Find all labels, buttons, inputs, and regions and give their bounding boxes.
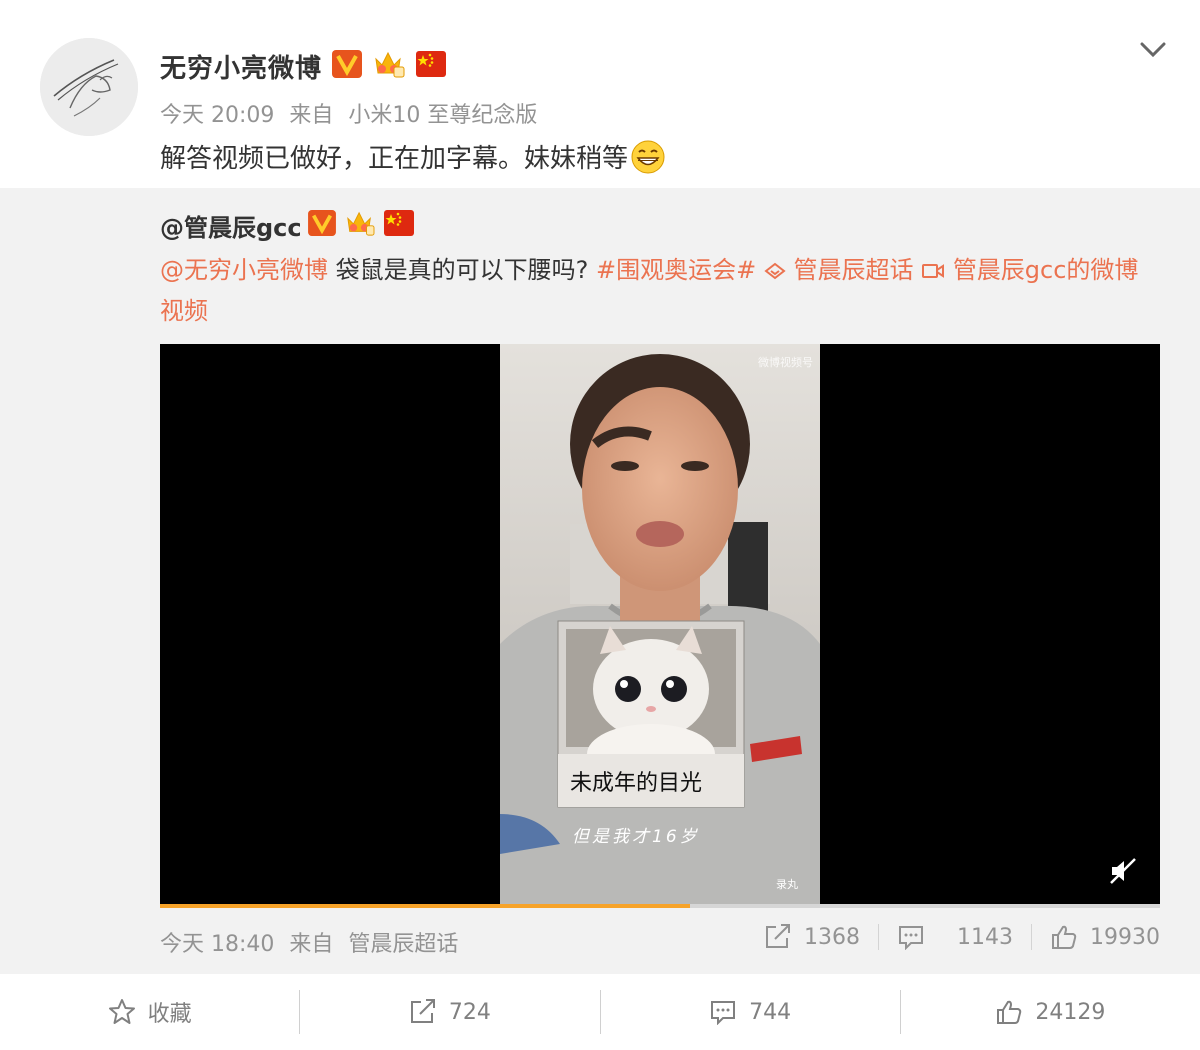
video-caption: 未成年的目光	[570, 771, 703, 796]
avatar[interactable]	[40, 38, 138, 136]
divider	[878, 924, 879, 950]
supertopic-icon	[764, 262, 786, 280]
repost-button[interactable]: 724	[300, 974, 599, 1050]
weibo-post-card: 无穷小亮微博 今天 20:09 来自 小米10 至尊纪念版 解答视频已做好，正在…	[0, 0, 1200, 1050]
like-count: 24129	[1035, 999, 1106, 1025]
repost-author-name[interactable]: @管晨辰gcc	[160, 208, 302, 243]
post-meta: 今天 20:09 来自 小米10 至尊纪念版	[160, 97, 545, 129]
action-bar: 收藏 724 744 24129	[0, 974, 1200, 1050]
repost-stats: 1368 1143 19930	[764, 924, 1160, 950]
like-icon	[1052, 925, 1077, 949]
author-name[interactable]: 无穷小亮微博	[160, 48, 322, 85]
repost-like-button[interactable]: 19930	[1050, 924, 1160, 950]
repost-source[interactable]: 管晨辰超话	[348, 932, 458, 957]
favorite-label: 收藏	[147, 1002, 192, 1027]
favorite-button[interactable]: 收藏	[0, 974, 299, 1050]
like-button[interactable]: 24129	[901, 974, 1200, 1050]
repost-repost-count: 1368	[804, 924, 860, 950]
device-label: 小米10 至尊纪念版	[348, 103, 538, 128]
star-icon	[108, 999, 135, 1024]
post-text-content: 解答视频已做好，正在加字幕。妹妹稍等	[160, 144, 629, 174]
author-row: 无穷小亮微博	[160, 48, 447, 85]
repost-author-row: @管晨辰gcc	[160, 208, 414, 242]
video-progress-fill	[160, 904, 690, 908]
repost-like-count: 19930	[1090, 924, 1160, 950]
grin-emoji-icon	[631, 140, 665, 173]
repost-text: @无穷小亮微博 袋鼠是真的可以下腰吗? #围观奥运会# 管晨辰超话 管晨辰gcc…	[160, 250, 1160, 332]
like-icon	[997, 1000, 1022, 1024]
repost-comment-button[interactable]: 1143	[897, 924, 1013, 950]
video-link-icon	[922, 264, 945, 278]
vip-crown-icon[interactable]	[344, 209, 376, 241]
china-flag-icon	[383, 210, 414, 240]
supertopic-label: 管晨辰超话	[793, 256, 914, 284]
mute-icon[interactable]	[1108, 856, 1138, 886]
video-corner-mark: 录丸	[776, 878, 798, 891]
avatar-drawing	[40, 38, 138, 136]
topic-link[interactable]: #围观奥运会#	[596, 256, 756, 284]
from-label: 来自	[289, 103, 334, 128]
video-progress-track[interactable]	[160, 904, 1160, 908]
video-subtitle: 但是我才16岁	[572, 827, 700, 847]
post-text: 解答视频已做好，正在加字幕。妹妹稍等	[160, 138, 666, 175]
verified-v-icon[interactable]	[307, 210, 336, 240]
repost-repost-button[interactable]: 1368	[764, 924, 860, 950]
post-time[interactable]: 今天 20:09	[160, 103, 274, 128]
supertopic-link[interactable]: 管晨辰超话	[764, 256, 921, 284]
repost-count: 724	[448, 999, 491, 1025]
comment-button[interactable]: 744	[601, 974, 900, 1050]
comment-icon	[899, 926, 923, 950]
repost-block[interactable]: @管晨辰gcc @无穷小亮微博 袋鼠是真的可以下腰吗? #围观奥运会# 管晨辰超…	[0, 188, 1200, 974]
comment-count: 744	[749, 999, 792, 1025]
repost-comment-count: 1143	[957, 924, 1013, 950]
video-watermark: 微博视频号	[758, 356, 813, 369]
repost-from-label: 来自	[289, 932, 334, 957]
repost-time[interactable]: 今天 18:40	[160, 932, 274, 957]
verified-v-icon[interactable]	[332, 50, 363, 82]
china-flag-icon	[416, 51, 447, 81]
mention-link[interactable]: @无穷小亮微博	[160, 256, 328, 284]
vip-crown-icon[interactable]	[372, 49, 406, 83]
chevron-down-icon[interactable]	[1136, 36, 1170, 64]
comment-icon	[711, 1001, 736, 1025]
repost-icon	[766, 924, 790, 948]
repost-icon	[410, 999, 435, 1023]
repost-meta: 今天 18:40 来自 管晨辰超话	[160, 926, 466, 958]
divider	[1031, 924, 1032, 950]
repost-body: 袋鼠是真的可以下腰吗?	[335, 256, 589, 284]
video-player[interactable]: 微博视频号 未成年的目光 但是我才16岁 录丸	[160, 344, 1160, 908]
video-frame: 微博视频号 未成年的目光 但是我才16岁 录丸	[500, 344, 820, 908]
